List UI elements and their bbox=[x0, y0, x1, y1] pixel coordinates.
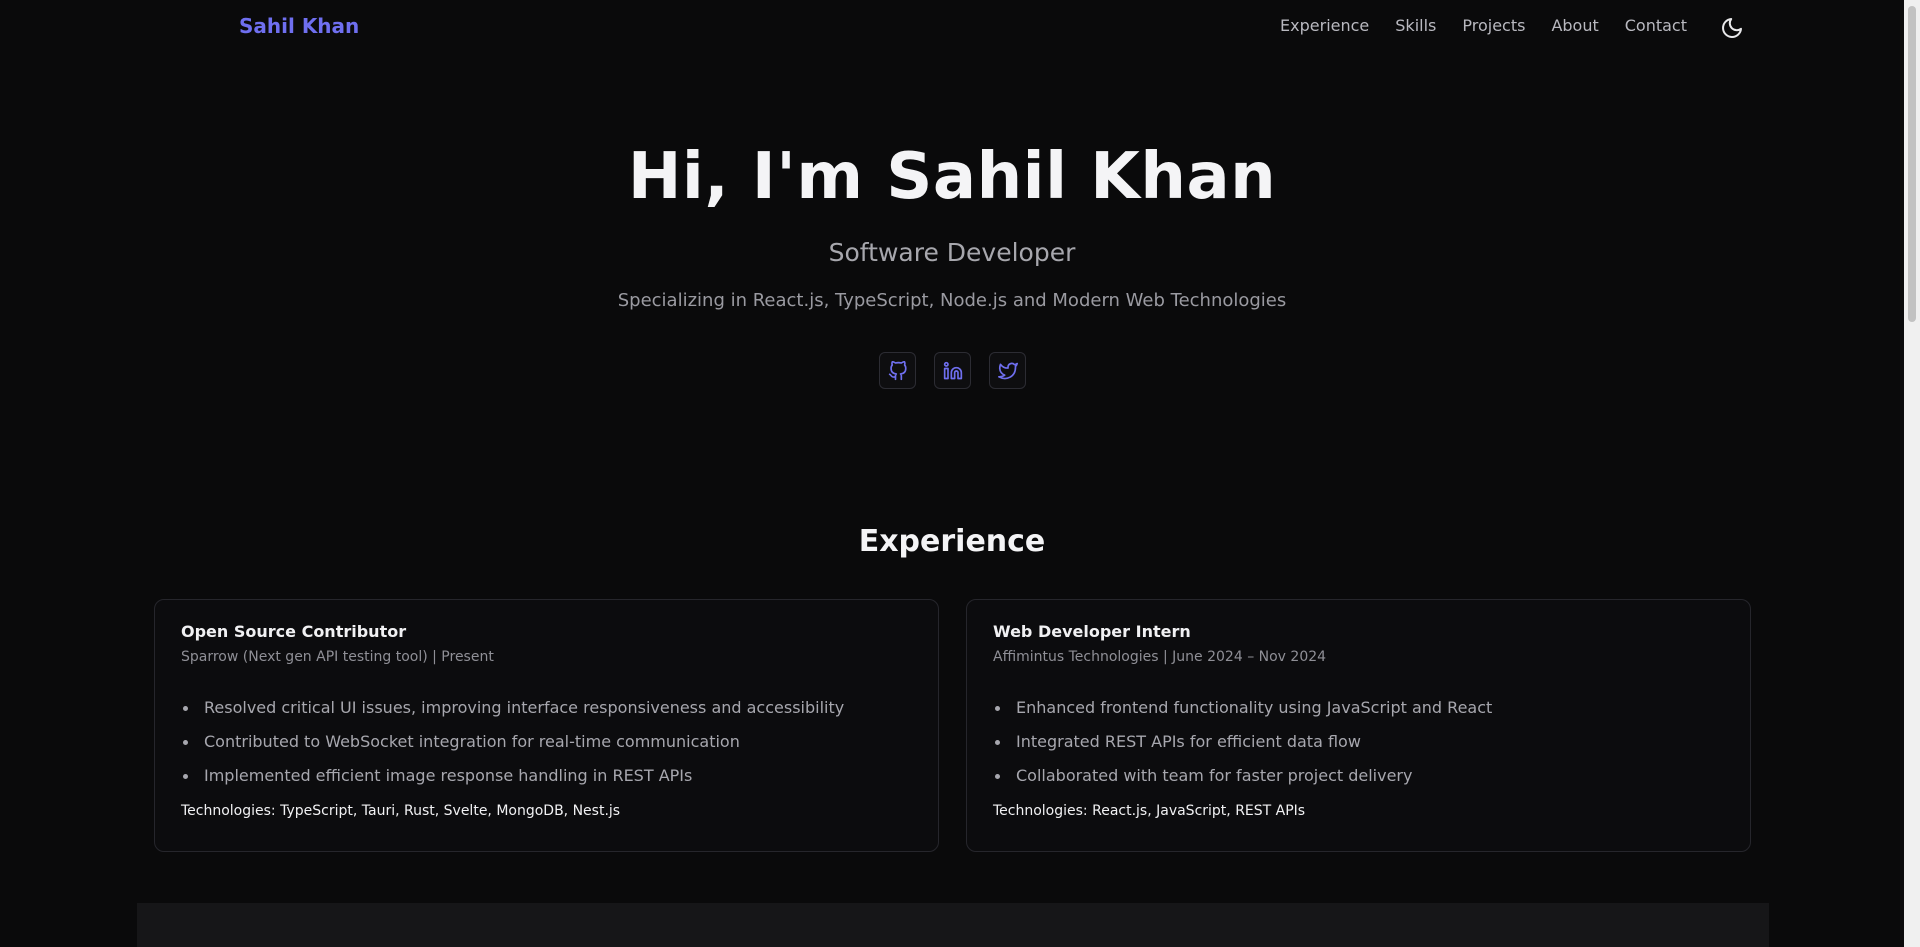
nav-link-experience[interactable]: Experience bbox=[1280, 16, 1369, 35]
experience-cards: Open Source Contributor Sparrow (Next ge… bbox=[154, 599, 1752, 852]
twitter-icon bbox=[997, 362, 1018, 379]
linkedin-button[interactable] bbox=[934, 352, 971, 389]
list-item: Integrated REST APIs for efficient data … bbox=[993, 725, 1724, 759]
scrollbar-thumb[interactable] bbox=[1908, 6, 1916, 322]
next-section-panel bbox=[137, 903, 1769, 947]
linkedin-icon bbox=[943, 361, 962, 379]
list-item: Resolved critical UI issues, improving i… bbox=[181, 691, 912, 725]
navbar: Sahil Khan Experience Skills Projects Ab… bbox=[0, 0, 1904, 56]
social-links bbox=[879, 352, 1026, 389]
theme-toggle-button[interactable] bbox=[1718, 14, 1746, 42]
page-scrollbar[interactable] bbox=[1904, 0, 1920, 947]
list-item: Implemented efficient image response han… bbox=[181, 759, 912, 793]
github-icon bbox=[888, 360, 907, 380]
experience-technologies: Technologies: TypeScript, Tauri, Rust, S… bbox=[181, 803, 621, 819]
experience-title: Experience bbox=[858, 524, 1046, 559]
moon-icon bbox=[1722, 18, 1742, 38]
list-item: Contributed to WebSocket integration for… bbox=[181, 725, 912, 759]
experience-company: Affimintus Technologies | June 2024 – No… bbox=[993, 649, 1327, 665]
hero-title: Hi, I'm Sahil Khan bbox=[627, 140, 1277, 214]
experience-card: Open Source Contributor Sparrow (Next ge… bbox=[154, 599, 939, 852]
twitter-button[interactable] bbox=[989, 352, 1026, 389]
nav-links: Experience Skills Projects About Contact bbox=[1280, 16, 1687, 35]
nav-link-contact[interactable]: Contact bbox=[1625, 16, 1687, 35]
page: Sahil Khan Experience Skills Projects Ab… bbox=[0, 0, 1920, 947]
experience-card: Web Developer Intern Affimintus Technolo… bbox=[966, 599, 1751, 852]
list-item: Collaborated with team for faster projec… bbox=[993, 759, 1724, 793]
experience-points: Enhanced frontend functionality using Ja… bbox=[993, 691, 1724, 793]
experience-company: Sparrow (Next gen API testing tool) | Pr… bbox=[181, 649, 494, 665]
experience-role: Open Source Contributor bbox=[181, 622, 407, 641]
nav-link-skills[interactable]: Skills bbox=[1395, 16, 1436, 35]
github-button[interactable] bbox=[879, 352, 916, 389]
experience-technologies: Technologies: React.js, JavaScript, REST… bbox=[993, 803, 1306, 819]
list-item: Enhanced frontend functionality using Ja… bbox=[993, 691, 1724, 725]
nav-link-about[interactable]: About bbox=[1551, 16, 1598, 35]
experience-points: Resolved critical UI issues, improving i… bbox=[181, 691, 912, 793]
hero-role: Software Developer bbox=[828, 238, 1076, 267]
brand-link[interactable]: Sahil Khan bbox=[239, 14, 359, 38]
hero-tagline: Specializing in React.js, TypeScript, No… bbox=[617, 290, 1287, 311]
nav-link-projects[interactable]: Projects bbox=[1462, 16, 1525, 35]
experience-role: Web Developer Intern bbox=[993, 622, 1191, 641]
